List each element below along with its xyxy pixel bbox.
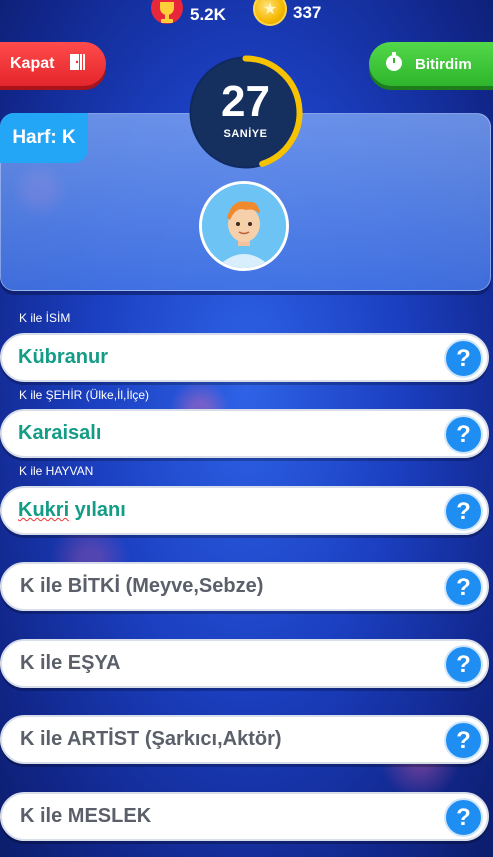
field-placeholder: K ile EŞYA: [20, 652, 121, 674]
timer-seconds: 27: [221, 77, 270, 126]
misspelled-word: Kukri: [18, 499, 70, 521]
question-icon: ?: [456, 573, 471, 601]
player-avatar: [199, 181, 289, 271]
answer-value-rest: yılanı: [69, 499, 126, 521]
help-button[interactable]: ?: [444, 415, 483, 454]
finish-button[interactable]: Bitirdim: [369, 42, 493, 86]
field-placeholder: K ile ARTİST (Şarkıcı,Aktör): [20, 728, 282, 750]
help-button[interactable]: ?: [444, 645, 483, 684]
trophy-counter: 5.2K: [150, 0, 226, 30]
field-placeholder: K ile BİTKİ (Meyve,Sebze): [20, 575, 264, 597]
category-label-name: K ile İSİM: [19, 311, 71, 325]
question-icon: ?: [456, 726, 471, 754]
answer-field-artist[interactable]: K ile ARTİST (Şarkıcı,Aktör) ?: [0, 715, 489, 764]
question-icon: ?: [456, 497, 471, 525]
close-button-label: Kapat: [10, 55, 55, 72]
coin-icon: ★: [253, 0, 287, 26]
answer-field-animal[interactable]: Kukri yılanı ?: [0, 486, 489, 535]
answer-value: Kübranur: [18, 346, 108, 368]
trophy-icon: [150, 0, 184, 30]
stopwatch-icon: [385, 52, 403, 76]
help-button[interactable]: ?: [444, 798, 483, 837]
top-stats-bar: 5.2K ★ 337: [0, 0, 493, 30]
letter-tag: Harf: K: [0, 113, 88, 163]
question-icon: ?: [456, 344, 471, 372]
close-button[interactable]: Kapat: [0, 42, 106, 86]
question-icon: ?: [456, 420, 471, 448]
answer-value: Karaisalı: [18, 422, 102, 444]
exit-door-icon: [68, 52, 88, 77]
countdown-timer: 27 SANİYE: [188, 55, 303, 170]
category-label-animal: K ile HAYVAN: [19, 464, 94, 478]
answer-field-object[interactable]: K ile EŞYA ?: [0, 639, 489, 688]
timer-unit: SANİYE: [223, 128, 268, 140]
answer-field-plant[interactable]: K ile BİTKİ (Meyve,Sebze) ?: [0, 562, 489, 611]
field-placeholder: K ile MESLEK: [20, 805, 152, 827]
help-button[interactable]: ?: [444, 568, 483, 607]
finish-button-label: Bitirdim: [415, 55, 472, 73]
trophy-count: 5.2K: [190, 5, 226, 24]
category-label-city: K ile ŞEHİR (Ülke,İl,İlçe): [19, 388, 150, 402]
question-icon: ?: [456, 803, 471, 831]
answer-field-name[interactable]: Kübranur ?: [0, 333, 489, 382]
help-button[interactable]: ?: [444, 339, 483, 378]
question-icon: ?: [456, 650, 471, 678]
answer-field-profession[interactable]: K ile MESLEK ?: [0, 792, 489, 841]
coin-count: 337: [293, 3, 322, 22]
answer-value: Kukri yılanı: [18, 499, 126, 522]
answer-field-city[interactable]: Karaisalı ?: [0, 409, 489, 458]
coin-counter: ★ 337: [253, 0, 321, 26]
help-button[interactable]: ?: [444, 492, 483, 531]
help-button[interactable]: ?: [444, 721, 483, 760]
